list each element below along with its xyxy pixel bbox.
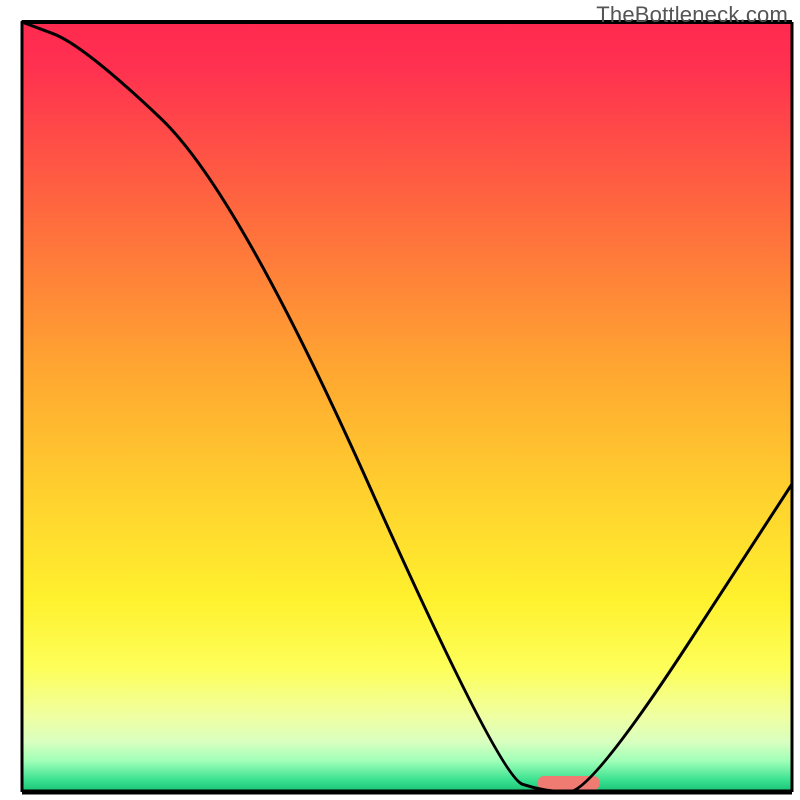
watermark-text: TheBottleneck.com: [596, 2, 788, 28]
chart-container: TheBottleneck.com: [0, 0, 800, 800]
plot-background: [22, 22, 792, 792]
bottleneck-chart: [0, 0, 800, 800]
